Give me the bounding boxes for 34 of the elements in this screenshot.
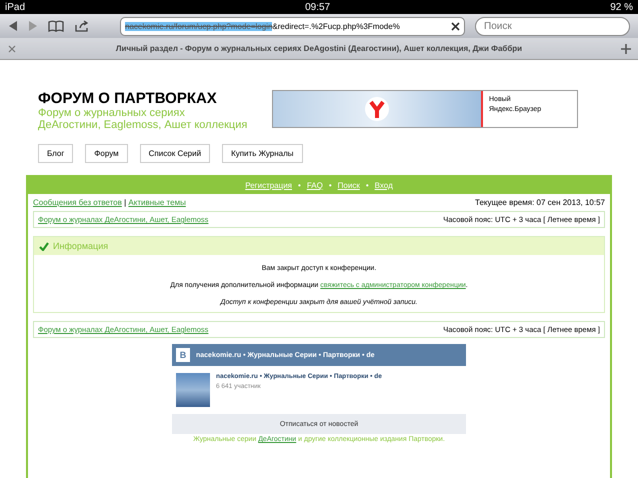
- nav-link[interactable]: Вход: [374, 181, 393, 190]
- nav-link[interactable]: FAQ: [306, 181, 323, 190]
- separator-dot: •: [366, 181, 369, 190]
- menu-button[interactable]: Форум: [85, 144, 128, 163]
- address-field[interactable]: nacekomie.ru/forum/ucp.php?mode=login&redirect=.%2Fucp.php%3Fmode%: [120, 16, 465, 36]
- back-icon[interactable]: [8, 20, 18, 32]
- battery-level: 92 %: [610, 2, 633, 12]
- device-name: iPad: [5, 2, 26, 12]
- quick-link[interactable]: Сообщения без ответов: [33, 198, 122, 207]
- menu-button[interactable]: Список Серий: [140, 144, 210, 163]
- forum-title: ФОРУМ О ПАРТВОРКАХ: [38, 90, 218, 107]
- separator: |: [123, 198, 128, 207]
- photo-placeholder: [176, 373, 210, 407]
- bookmarks-icon[interactable]: [48, 20, 64, 32]
- menu-button[interactable]: Купить Журналы: [222, 144, 303, 163]
- quick-link[interactable]: Активные темы: [128, 198, 186, 207]
- forum-subtitle: Форум о журнальных сериях: [38, 107, 186, 119]
- separator-dot: •: [298, 181, 301, 190]
- plus-icon[interactable]: [620, 42, 632, 54]
- info-title: Информация: [53, 241, 108, 251]
- checkmark-icon: [39, 242, 49, 250]
- current-time: Текущее время: 07 сен 2013, 10:57: [475, 198, 605, 207]
- clock-time: 09:57: [305, 2, 330, 12]
- tab-title[interactable]: Личный раздел - Форум о журнальных сериях DeAgostini (Деагостини), Ашет коллекция, Джи Фаббри: [24, 44, 614, 53]
- vk-logo: B: [176, 348, 190, 362]
- y-logo-icon: [364, 96, 390, 122]
- forum-subtitle: ДеАгостини, Eaglemoss, Ашет коллекция: [38, 119, 248, 131]
- nav-link[interactable]: Регистрация: [245, 181, 292, 190]
- search-field[interactable]: Поиск: [475, 16, 630, 36]
- menu-button[interactable]: Блог: [38, 144, 74, 163]
- share-icon[interactable]: [74, 20, 90, 32]
- close-icon[interactable]: [451, 22, 460, 30]
- nav-link[interactable]: Поиск: [338, 181, 360, 190]
- separator-dot: •: [328, 181, 332, 190]
